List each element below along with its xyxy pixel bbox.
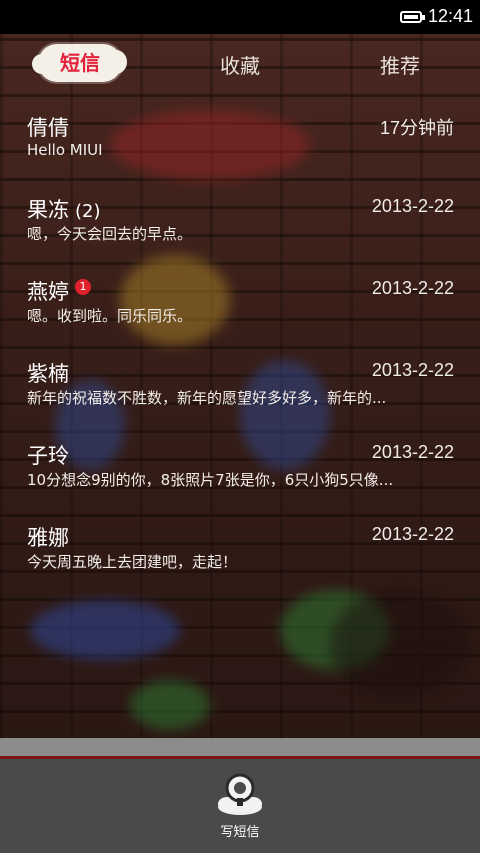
contact-name-text: 雅娜 [27,526,69,550]
tab-bar: 短信 收藏 推荐 [0,34,480,98]
conversation-row[interactable]: 果冻 (2) 2013-2-22 嗯，今天会回去的早点。 [0,182,480,264]
tab-recommended[interactable]: 推荐 [380,50,420,79]
contact-name-text: 倩倩 [27,116,69,140]
message-count: (2) [75,201,101,222]
contact-name: 倩倩 [27,112,69,142]
message-preview: 今天周五晚上去团建吧，走起！ [27,553,238,571]
contact-name-text: 子玲 [27,444,69,468]
contact-name-text: 紫楠 [27,362,69,386]
contact-name: 子玲 [27,440,69,470]
battery-icon [400,11,425,23]
compose-button[interactable]: 写短信 [200,771,280,847]
conversation-row[interactable]: 燕婷 1 2013-2-22 嗯。收到啦。同乐同乐。 [0,264,480,346]
conversation-row[interactable]: 紫楠 2013-2-22 新年的祝福数不胜数，新年的愿望好多好多，新年的... [0,346,480,428]
contact-name: 果冻 (2) [27,194,101,224]
compose-message-icon [215,771,265,817]
conversation-row[interactable]: 倩倩 17分钟前 Hello MIUI [0,100,480,182]
message-date: 2013-2-22 [371,196,454,216]
message-preview: 新年的祝福数不胜数，新年的愿望好多好多，新年的... [27,389,387,407]
compose-label: 写短信 [220,825,260,840]
message-date: 2013-2-22 [371,278,454,298]
wall-graffiti [130,680,210,730]
tab-favorites[interactable]: 收藏 [220,50,260,79]
conversation-row[interactable]: 雅娜 2013-2-22 今天周五晚上去团建吧，走起！ [0,510,480,592]
status-clock: 12:41 [428,6,474,26]
bottom-divider [0,738,480,756]
message-preview: 10分想念9别的你，8张照片7张是你，6只小狗5只像... [27,471,394,489]
message-date: 2013-2-22 [371,360,454,380]
contact-name: 燕婷 1 [27,276,91,306]
wall-graffiti [330,590,470,700]
contact-name: 紫楠 [27,358,69,388]
status-bar: 12:41 [0,0,480,34]
message-date: 2013-2-22 [371,442,454,462]
unread-badge: 1 [75,279,91,295]
conversation-row[interactable]: 子玲 2013-2-22 10分想念9别的你，8张照片7张是你，6只小狗5只像.… [0,428,480,510]
contact-name-text: 燕婷 [27,280,69,304]
tab-sms[interactable]: 短信 [32,44,127,82]
wall-graffiti [30,600,180,660]
message-preview: 嗯，今天会回去的早点。 [27,225,193,243]
message-preview: Hello MIUI [27,141,103,159]
contact-name: 雅娜 [27,522,69,552]
tab-sms-label: 短信 [60,51,100,75]
message-date: 17分钟前 [379,118,454,138]
messaging-screen: 12:41 短信 收藏 推荐 倩倩 17分钟前 Hello MIUI 果冻 (2)… [0,0,480,853]
message-preview: 嗯。收到啦。同乐同乐。 [27,307,193,325]
conversation-list: 倩倩 17分钟前 Hello MIUI 果冻 (2) 2013-2-22 嗯，今天… [0,100,480,592]
message-date: 2013-2-22 [371,524,454,544]
contact-name-text: 果冻 [27,198,69,222]
bottom-bar: 写短信 [0,759,480,853]
